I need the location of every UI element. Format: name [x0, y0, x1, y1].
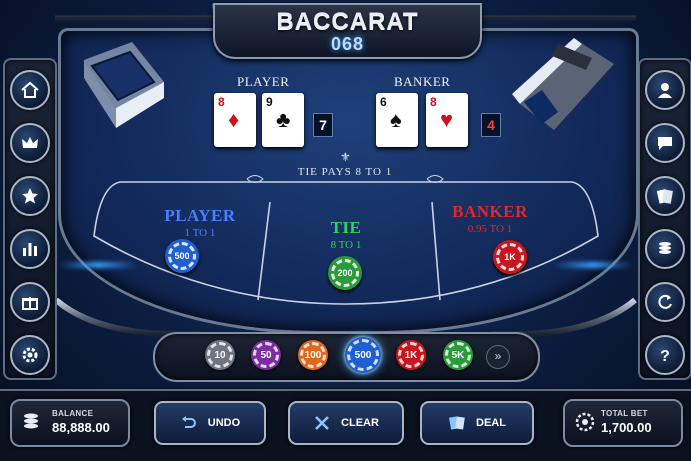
- coin-stack-icon: [24, 413, 38, 429]
- clear-label: CLEAR: [341, 417, 379, 429]
- tie-bet-odds: 8 TO 1: [330, 239, 362, 251]
- user-icon[interactable]: [645, 70, 685, 110]
- right-menu: ?: [638, 58, 691, 380]
- crown-icon[interactable]: [10, 123, 50, 163]
- total-bet-value: 1,700.00: [601, 420, 652, 435]
- chip-value: 200: [337, 268, 353, 278]
- cards-icon[interactable]: [645, 176, 685, 216]
- chat-icon[interactable]: [645, 123, 685, 163]
- banker-card-1: 6 ♠: [376, 93, 418, 147]
- more-chips-icon[interactable]: »: [486, 345, 510, 369]
- chip-label: 1K: [404, 349, 418, 361]
- player-score: 7: [313, 113, 333, 137]
- banker-bet-chip[interactable]: 1K: [493, 240, 527, 274]
- help-icon[interactable]: ?: [645, 335, 685, 375]
- chip-stack-icon[interactable]: [645, 229, 685, 269]
- card-rank: 8: [430, 95, 437, 109]
- spade-icon: ♠: [390, 107, 402, 132]
- heart-icon: ♥: [440, 107, 454, 132]
- diamond-icon: ♦: [228, 107, 240, 132]
- balance-value: 88,888.00: [52, 420, 110, 435]
- card-shoe-icon: [512, 38, 614, 130]
- bar-chart-icon[interactable]: [10, 229, 50, 269]
- game-title: BACCARAT: [276, 8, 419, 35]
- banker-score: 4: [481, 113, 501, 137]
- deal-label: DEAL: [476, 417, 506, 429]
- chip-label: 50: [260, 349, 272, 361]
- total-bet-panel: TOTAL BET 1,700.00: [563, 399, 683, 447]
- chip-icon: [575, 412, 595, 432]
- home-icon[interactable]: [10, 70, 50, 110]
- fleur-ornament-icon: ⚜: [340, 150, 351, 164]
- chip-value: 500: [174, 251, 190, 261]
- player-bet-label: PLAYER 1 TO 1: [150, 206, 250, 239]
- chip-1k[interactable]: 1K: [396, 340, 426, 370]
- table-number: 068: [330, 34, 365, 54]
- player-hand-label: PLAYER: [237, 74, 290, 89]
- chip-value: 1K: [504, 252, 516, 262]
- card-rank: 8: [218, 95, 225, 109]
- banker-bet-odds: 0.95 TO 1: [467, 223, 513, 235]
- settings-icon[interactable]: [10, 335, 50, 375]
- chip-100[interactable]: 100: [298, 340, 328, 370]
- banker-card-2: 8 ♥: [426, 93, 468, 147]
- tie-bet-label: TIE 8 TO 1: [296, 218, 396, 251]
- balance-panel: BALANCE 88,888.00: [10, 399, 130, 447]
- left-menu: [3, 58, 57, 380]
- title-plate: BACCARAT 068: [213, 3, 482, 59]
- tie-bet-name: TIE: [330, 218, 362, 237]
- gift-icon[interactable]: [10, 282, 50, 322]
- player-bet-name: PLAYER: [164, 206, 236, 225]
- card-rank: 6: [380, 95, 387, 109]
- chip-5k[interactable]: 5K: [443, 340, 473, 370]
- player-bet-chip[interactable]: 500: [165, 239, 199, 273]
- banker-hand-label: BANKER: [394, 74, 451, 89]
- card-rank: 9: [266, 95, 273, 109]
- chip-50[interactable]: 50: [251, 340, 281, 370]
- player-card-1: 8 ♦: [214, 93, 256, 147]
- player-bet-odds: 1 TO 1: [184, 227, 216, 239]
- banker-bet-name: BANKER: [452, 202, 528, 221]
- chip-label: 5K: [451, 349, 465, 361]
- svg-text:?: ?: [660, 348, 670, 365]
- balance-label: BALANCE: [52, 409, 94, 418]
- total-bet-label: TOTAL BET: [601, 409, 648, 418]
- chip-500[interactable]: 500: [345, 337, 381, 373]
- undo-label: UNDO: [207, 417, 241, 429]
- cards-icon: [449, 416, 465, 430]
- tie-bet-chip[interactable]: 200: [328, 256, 362, 290]
- clear-button[interactable]: CLEAR: [288, 401, 404, 445]
- chip-10[interactable]: 10: [205, 340, 235, 370]
- chip-label: 500: [354, 349, 372, 361]
- player-card-2: 9 ♣: [262, 93, 304, 147]
- star-icon[interactable]: [10, 176, 50, 216]
- undo-icon: [181, 416, 196, 428]
- undo-button[interactable]: UNDO: [154, 401, 266, 445]
- deal-button[interactable]: DEAL: [420, 401, 534, 445]
- chip-label: 100: [304, 349, 322, 361]
- chip-label: 10: [214, 349, 226, 361]
- baccarat-game: ? BACCARAT 068 PLAYER BANKER 8 ♦ 9 ♣ 7 6: [0, 0, 691, 461]
- banker-bet-label: BANKER 0.95 TO 1: [440, 202, 540, 235]
- club-icon: ♣: [276, 107, 291, 132]
- refresh-icon[interactable]: [645, 282, 685, 322]
- discard-tray-icon: [84, 42, 164, 128]
- close-icon: [315, 416, 329, 430]
